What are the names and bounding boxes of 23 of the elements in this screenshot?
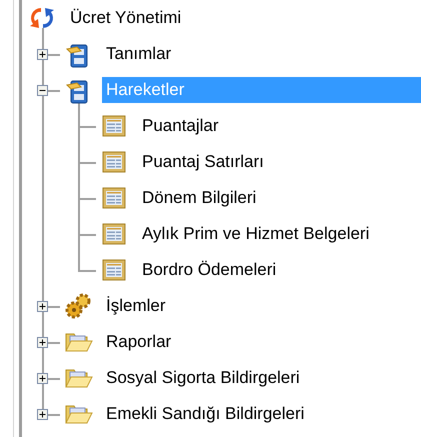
expand-icon[interactable]: [37, 373, 48, 384]
expand-icon[interactable]: [37, 301, 48, 312]
tree-item[interactable]: Puantaj Satırları: [138, 149, 268, 175]
tree-item[interactable]: Bordro Ödemeleri: [138, 257, 280, 283]
gears-icon: [63, 291, 93, 321]
table-icon: [102, 115, 126, 137]
expand-icon[interactable]: [37, 409, 48, 420]
table-icon: [102, 259, 126, 281]
table-icon: [102, 187, 126, 209]
tree-item[interactable]: Puantajlar: [138, 113, 223, 139]
tree-item[interactable]: Ücret Yönetimi: [66, 5, 186, 31]
tree-item[interactable]: Dönem Bilgileri: [138, 185, 260, 211]
tree-item[interactable]: Sosyal Sigorta Bildirgeleri: [102, 365, 304, 391]
table-icon: [102, 223, 126, 245]
tree-item[interactable]: Aylık Prim ve Hizmet Belgeleri: [138, 221, 374, 247]
tree-item[interactable]: Emekli Sandığı Bildirgeleri: [102, 401, 308, 427]
expand-icon[interactable]: [37, 49, 48, 60]
expand-icon[interactable]: [37, 337, 48, 348]
tree-item[interactable]: İşlemler: [102, 293, 170, 319]
table-icon: [102, 151, 126, 173]
tree-item[interactable]: Raporlar: [102, 329, 176, 355]
collapse-icon[interactable]: [37, 85, 48, 96]
tree-item[interactable]: Tanımlar: [102, 41, 176, 67]
